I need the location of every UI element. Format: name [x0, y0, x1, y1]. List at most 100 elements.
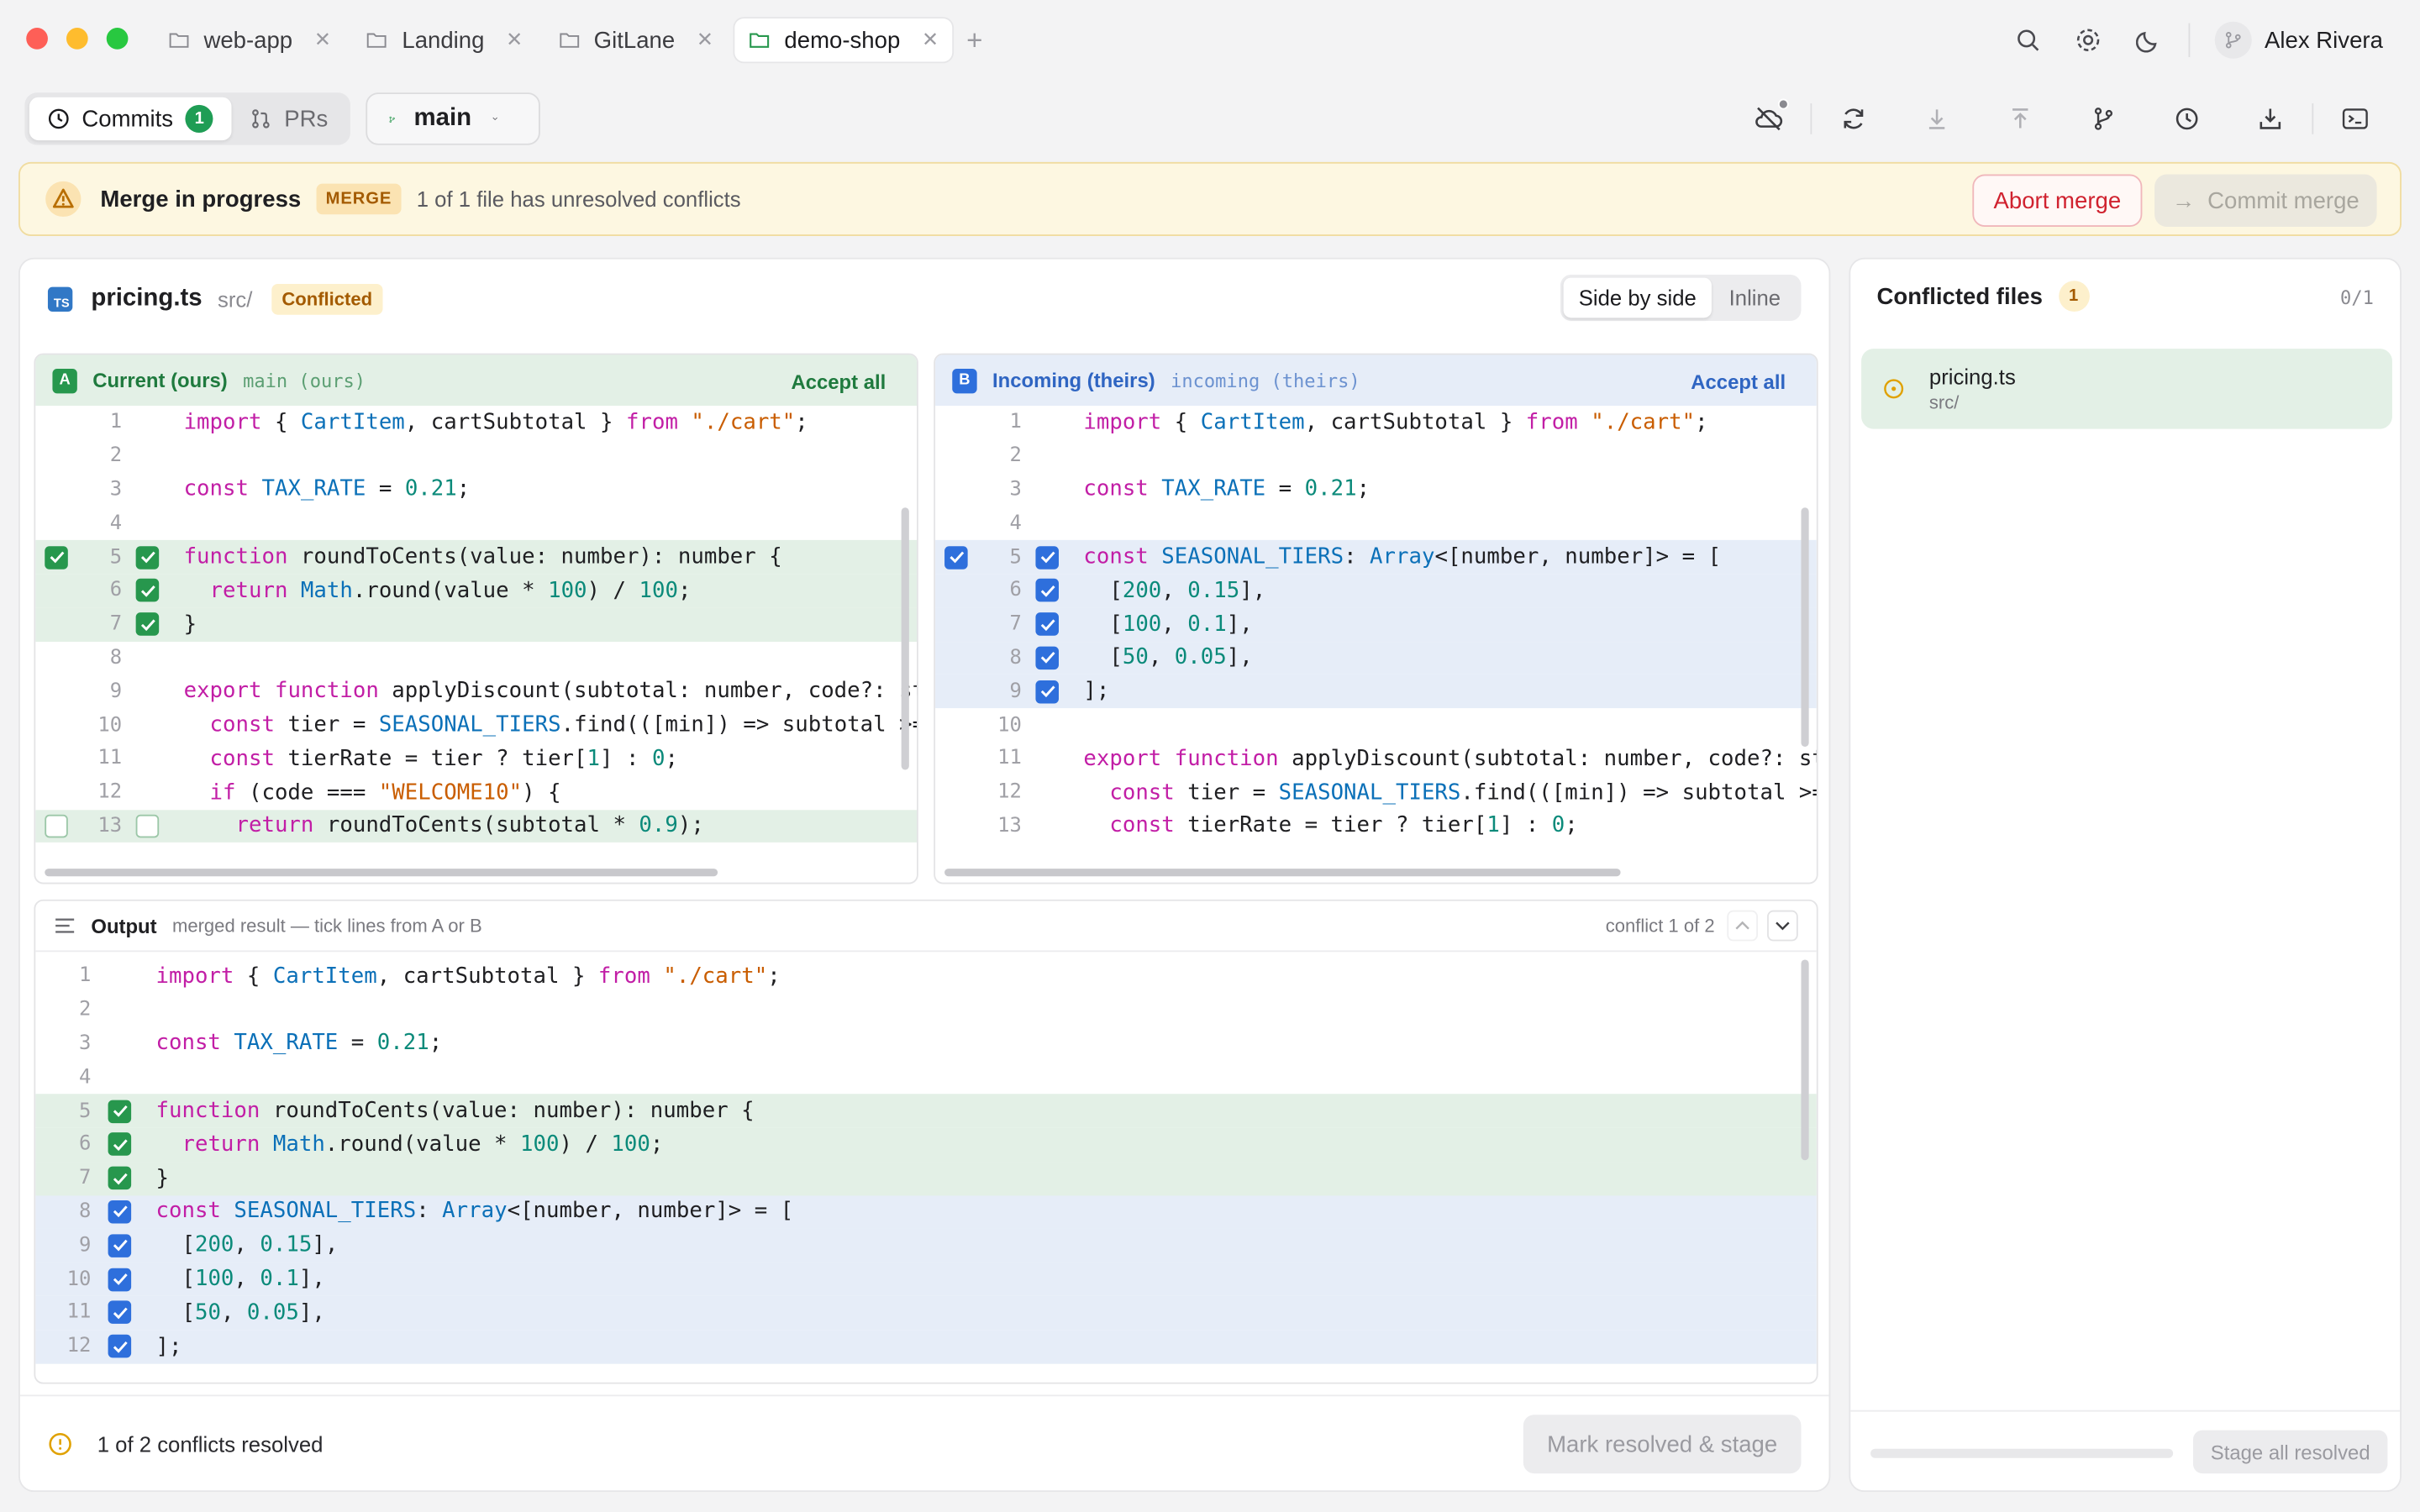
line-checkbox[interactable] — [135, 545, 160, 569]
line-number: 10 — [97, 713, 123, 738]
scrollbar[interactable] — [45, 869, 718, 877]
line-checkbox[interactable] — [135, 612, 160, 637]
file-header: TS pricing.ts src/ Conflicted — [47, 281, 383, 318]
moon-icon[interactable] — [2133, 24, 2165, 55]
close-tab-icon[interactable]: ✕ — [506, 28, 523, 52]
user-menu[interactable]: Alex Rivera — [2215, 21, 2383, 59]
tab-label: GitLane — [593, 27, 676, 54]
branch-icon[interactable] — [2088, 103, 2119, 134]
line-checkbox[interactable] — [108, 1200, 132, 1224]
prs-tab[interactable]: PRs — [232, 97, 347, 140]
line-checkbox[interactable] — [108, 1233, 132, 1257]
code-text: ]; — [155, 1334, 182, 1359]
line-checkbox[interactable] — [1035, 646, 1059, 670]
cloud-offline-icon[interactable] — [1754, 98, 1789, 134]
line-number: 5 — [109, 545, 123, 569]
chevron-down-icon — [1776, 921, 1790, 931]
refresh-icon[interactable] — [1839, 103, 1870, 134]
branch-icon — [2226, 32, 2242, 49]
tab-demo-shop[interactable]: demo-shop ✕ — [734, 18, 953, 62]
line-checkbox[interactable] — [1035, 579, 1059, 603]
line-checkbox[interactable] — [1035, 545, 1059, 569]
output-title: Output — [91, 914, 157, 937]
accept-all-theirs-button[interactable]: Accept all — [1691, 370, 1786, 394]
previous-conflict-button[interactable] — [1727, 910, 1759, 942]
terminal-icon[interactable] — [2339, 103, 2370, 134]
side-by-side-option[interactable]: Side by side — [1563, 277, 1712, 318]
tab-landing[interactable]: Landing ✕ — [353, 18, 537, 61]
line-checkbox[interactable] — [108, 1132, 132, 1157]
scrollbar[interactable] — [1801, 507, 1809, 747]
line-number: 1 — [78, 964, 92, 989]
line-checkbox[interactable] — [135, 579, 160, 603]
line-checkbox[interactable] — [108, 1335, 132, 1358]
line-checkbox[interactable] — [108, 1166, 132, 1190]
code-line: 8 const SEASONAL_TIERS: Array<[number, nu… — [35, 1194, 1817, 1229]
line-number: 2 — [109, 444, 123, 468]
mark-resolved-stage-button[interactable]: Mark resolved & stage — [1523, 1415, 1802, 1474]
line-checkbox[interactable] — [135, 814, 160, 838]
theirs-letter-badge: B — [952, 368, 977, 393]
pull-icon[interactable] — [1922, 103, 1953, 134]
code-line: 4 — [35, 1061, 1817, 1095]
line-checkbox[interactable] — [1035, 612, 1059, 637]
search-icon[interactable] — [2013, 24, 2044, 55]
tab-web-app[interactable]: web-app ✕ — [155, 18, 345, 61]
line-checkbox[interactable] — [1035, 680, 1059, 704]
gear-icon[interactable] — [2073, 24, 2104, 55]
push-icon[interactable] — [2005, 103, 2036, 134]
conflicted-file-item[interactable]: pricing.ts src/ — [1861, 349, 2392, 429]
arrow-right-icon: → — [2171, 187, 2196, 214]
stage-all-resolved-button[interactable]: Stage all resolved — [2192, 1430, 2388, 1474]
scrollbar[interactable] — [1801, 959, 1809, 1161]
branch-selector[interactable]: main — [366, 92, 540, 145]
view-mode-toggle: Side by side Inline — [1560, 274, 1802, 322]
folder-icon — [559, 33, 579, 48]
close-tab-icon[interactable]: ✕ — [314, 28, 331, 52]
output-code: 1 import { CartItem, cartSubtotal } from … — [35, 959, 1817, 1363]
side-footer: Stage all resolved — [1850, 1410, 2401, 1491]
close-window-button[interactable] — [26, 28, 48, 50]
next-conflict-button[interactable] — [1767, 910, 1798, 942]
line-checkbox[interactable] — [108, 1099, 132, 1123]
divider — [2189, 23, 2191, 57]
code-text: [50, 0.05], — [155, 1300, 325, 1326]
commits-label: Commits — [82, 105, 174, 133]
abort-merge-button[interactable]: Abort merge — [1972, 174, 2143, 227]
line-checkbox[interactable] — [108, 1301, 132, 1325]
inline-option[interactable]: Inline — [1712, 278, 1798, 318]
commit-merge-button[interactable]: → Commit merge — [2154, 174, 2377, 227]
maximize-window-button[interactable] — [106, 28, 129, 50]
ours-subtitle: main (ours) — [243, 369, 366, 391]
stash-icon[interactable] — [2254, 103, 2286, 134]
ours-letter-badge: A — [52, 368, 77, 393]
history-icon[interactable] — [2171, 103, 2202, 134]
branch-name: main — [413, 104, 472, 132]
line-checkbox[interactable] — [108, 1267, 132, 1291]
conflict-editor: TS pricing.ts src/ Conflicted Side by si… — [18, 257, 1831, 1493]
minimize-window-button[interactable] — [66, 28, 88, 50]
title-bar: web-app ✕ Landing ✕ GitLane ✕ demo-shop … — [0, 0, 2420, 81]
code-text: function roundToCents(value: number): nu… — [155, 1098, 755, 1124]
commits-tab[interactable]: Commits 1 — [29, 97, 232, 141]
close-tab-icon[interactable]: ✕ — [922, 28, 939, 52]
add-tab-icon[interactable]: + — [966, 24, 982, 56]
theirs-pane: B Incoming (theirs) incoming (theirs) Ac… — [934, 353, 1818, 885]
output-pane: Output merged result — tick lines from A… — [34, 899, 1818, 1384]
resolve-progress-bar — [1870, 1448, 2174, 1458]
close-tab-icon[interactable]: ✕ — [697, 28, 713, 52]
ours-header: A Current (ours) main (ours) Accept all — [35, 354, 918, 407]
line-number: 10 — [997, 713, 1022, 738]
code-text: return Math.round(value * 100) / 100; — [182, 1131, 664, 1158]
tab-gitlane[interactable]: GitLane ✕ — [544, 18, 728, 61]
code-text: } — [155, 1165, 170, 1191]
line-number: 9 — [1009, 680, 1022, 704]
line-number: 13 — [97, 814, 123, 838]
scrollbar[interactable] — [944, 869, 1621, 877]
scrollbar[interactable] — [901, 507, 909, 770]
code-line: 3 const TAX_RATE = 0.21; — [935, 473, 1817, 507]
accept-all-ours-button[interactable]: Accept all — [791, 370, 886, 394]
repo-actions — [1754, 98, 2371, 134]
line-number: 5 — [78, 1099, 92, 1123]
resolved-status: 1 of 2 conflicts resolved — [97, 1431, 324, 1456]
